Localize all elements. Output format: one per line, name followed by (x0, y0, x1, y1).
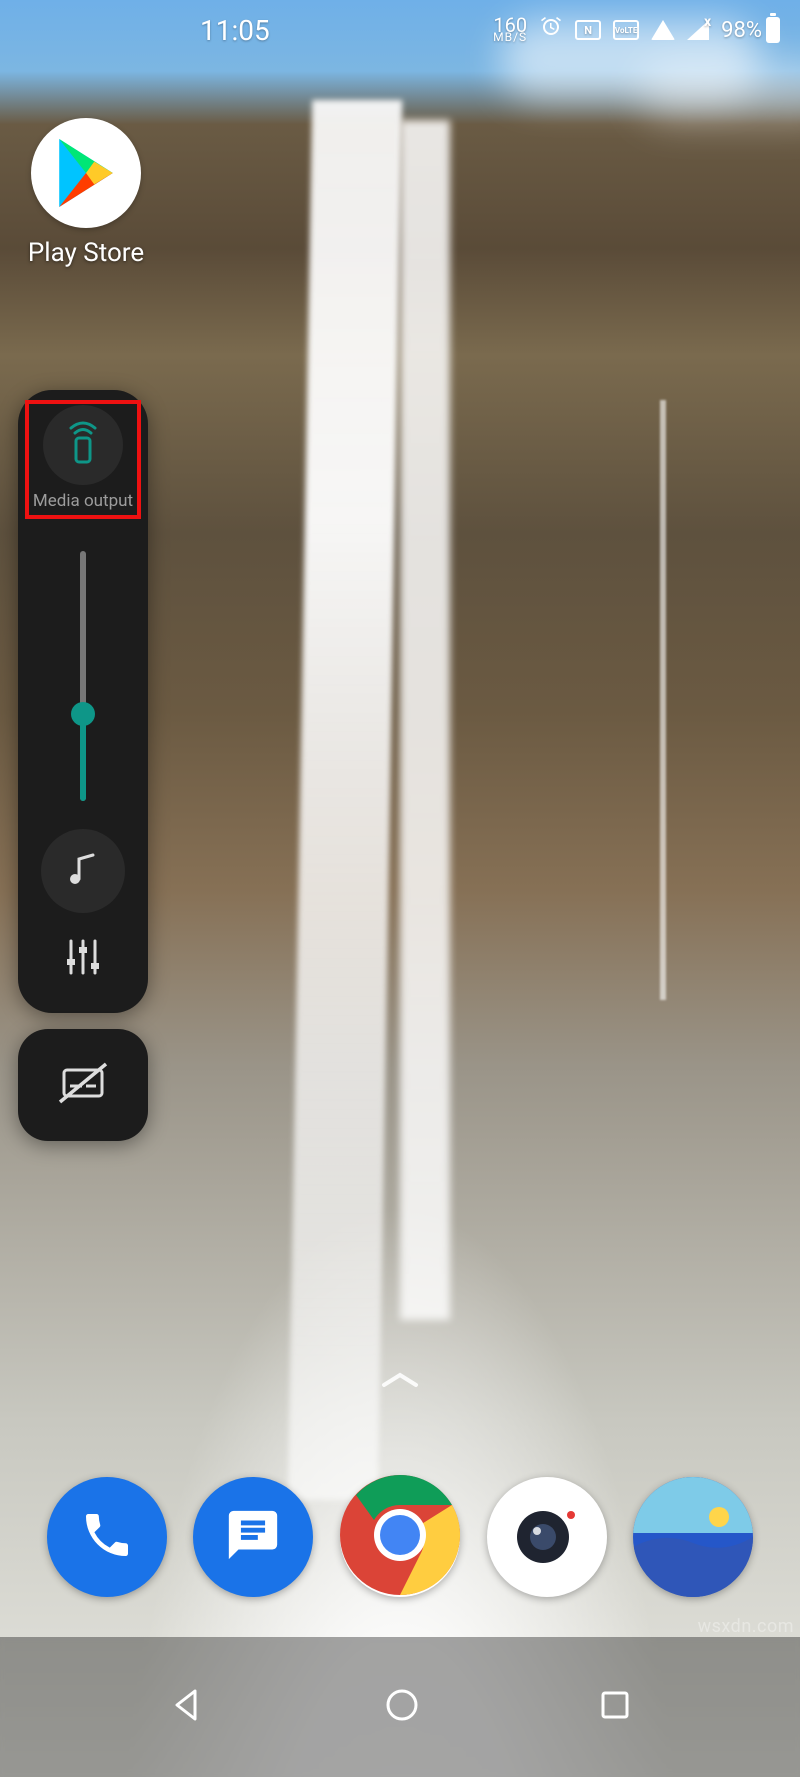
ring-mode-button[interactable] (41, 829, 125, 913)
annotation-highlight: Media output (25, 400, 141, 519)
watermark: wsxdn.com (698, 1616, 794, 1637)
volume-slider[interactable] (80, 551, 86, 801)
volte-icon: VoLTE (613, 20, 639, 40)
volume-slider-thumb[interactable] (71, 702, 95, 726)
volume-panel: Media output (18, 390, 148, 1013)
net-speed-unit: MB/S (493, 33, 527, 43)
dock-chrome[interactable] (340, 1477, 460, 1597)
navigation-bar (0, 1637, 800, 1777)
play-store-icon (31, 118, 141, 228)
phone-icon (79, 1507, 135, 1567)
battery-icon (766, 17, 780, 43)
battery-text: 98% (721, 18, 762, 43)
app-drawer-handle[interactable] (378, 1367, 422, 1397)
music-note-icon (63, 849, 103, 893)
battery-indicator: 98% (721, 17, 780, 43)
wifi-icon (651, 20, 675, 40)
nav-back-button[interactable] (167, 1685, 207, 1729)
dock-camera[interactable] (487, 1477, 607, 1597)
status-bar[interactable]: 11:05 160 MB/S N VoLTE x 98% (0, 0, 800, 60)
media-output-button[interactable] (43, 405, 123, 485)
nfc-icon: N (575, 20, 601, 40)
alarm-icon (539, 15, 563, 45)
nav-home-button[interactable] (382, 1685, 422, 1729)
cellular-signal-icon: x (687, 20, 709, 40)
live-caption-toggle[interactable] (18, 1029, 148, 1141)
status-time: 11:05 (200, 14, 270, 47)
messages-icon (224, 1506, 282, 1568)
signal-x: x (704, 14, 711, 30)
dock-gallery[interactable] (633, 1477, 753, 1597)
dock (0, 1477, 800, 1597)
nav-recent-button[interactable] (597, 1687, 633, 1727)
volume-slider-fill (80, 714, 86, 802)
wallpaper-waterfall (660, 400, 666, 1000)
gallery-icon (633, 1477, 753, 1597)
camera-icon (507, 1495, 587, 1579)
network-speed-indicator: 160 MB/S (493, 17, 527, 43)
wallpaper-waterfall (400, 120, 450, 1320)
app-play-store[interactable]: Play Store (22, 118, 150, 268)
dock-phone[interactable] (47, 1477, 167, 1597)
dock-messages[interactable] (193, 1477, 313, 1597)
media-output-label: Media output (33, 491, 133, 511)
caption-off-icon (58, 1062, 108, 1108)
equalizer-icon (61, 935, 105, 983)
phone-cast-icon (63, 420, 103, 470)
chrome-icon (340, 1475, 460, 1599)
wallpaper-cloud (640, 60, 800, 120)
app-label: Play Store (22, 238, 150, 268)
sound-settings-button[interactable] (41, 929, 125, 989)
